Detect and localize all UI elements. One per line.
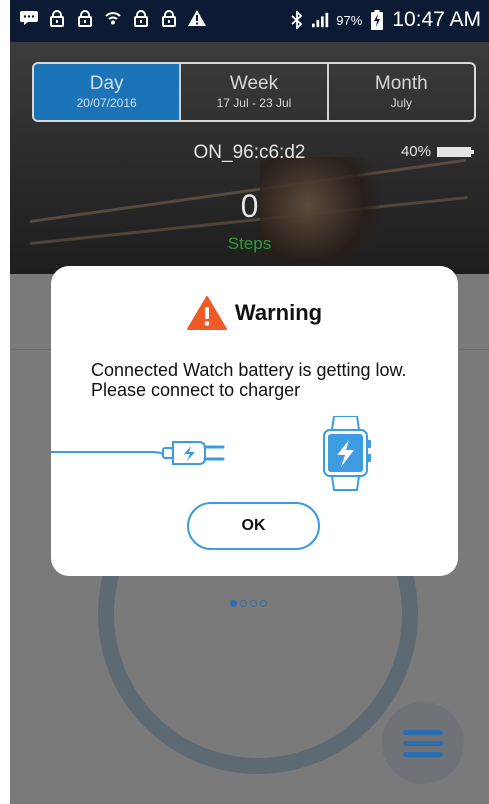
steps-count: 0	[240, 188, 259, 224]
signal-icon	[312, 11, 330, 29]
menu-button[interactable]	[382, 702, 464, 784]
tab-subtitle: 17 Jul - 23 Jul	[216, 96, 292, 110]
message-icon	[20, 9, 38, 27]
tab-title: Month	[374, 73, 428, 94]
page-indicator	[230, 600, 267, 607]
device-battery: 40%	[400, 143, 474, 160]
notification-icons	[20, 9, 206, 27]
tab-subtitle: July	[390, 96, 412, 110]
bluetooth-icon	[288, 11, 306, 29]
activity-header: Day 20/07/2016 Week 17 Jul - 23 Jul Mont…	[10, 42, 489, 277]
status-bar: 97% 10:47 AM	[10, 0, 489, 42]
dialog-header: Warning	[51, 296, 458, 330]
lock-icon	[48, 9, 66, 27]
tab-day[interactable]: Day 20/07/2016	[34, 64, 182, 120]
battery-percent: 97%	[336, 12, 363, 28]
tab-month[interactable]: Month July	[329, 64, 474, 120]
page-dot	[230, 600, 237, 607]
alert-icon	[188, 9, 206, 27]
dialog-title: Warning	[234, 300, 323, 325]
charger-plug-icon	[51, 441, 225, 465]
tab-title: Week	[229, 73, 279, 94]
warning-dialog: Warning Connected Watch battery is getti…	[51, 266, 458, 576]
charging-illustration	[51, 415, 458, 494]
ok-button[interactable]: OK	[187, 502, 320, 550]
hamburger-icon	[403, 729, 443, 735]
lock-icon	[76, 9, 94, 27]
wifi-icon	[104, 9, 122, 27]
lock-icon	[132, 9, 150, 27]
warning-icon	[186, 296, 227, 330]
battery-icon	[437, 146, 474, 157]
page-dot	[260, 600, 267, 607]
app-screen: 97% 10:47 AM Day 20/07/2016 Week 17 Jul …	[10, 0, 489, 804]
battery-charging-icon	[368, 10, 386, 30]
tab-title: Day	[89, 73, 124, 94]
lock-icon	[160, 9, 178, 27]
system-icons: 97% 10:47 AM	[288, 8, 481, 32]
clock: 10:47 AM	[392, 8, 481, 31]
page-dot	[240, 600, 247, 607]
hamburger-icon	[403, 740, 443, 746]
tab-week[interactable]: Week 17 Jul - 23 Jul	[181, 64, 329, 120]
page-dot	[250, 600, 257, 607]
device-battery-percent: 40%	[400, 143, 431, 160]
smartwatch-icon	[323, 415, 371, 491]
hamburger-icon	[403, 751, 443, 757]
steps-label: Steps	[227, 234, 272, 253]
period-tabs: Day 20/07/2016 Week 17 Jul - 23 Jul Mont…	[32, 62, 476, 122]
dialog-message: Connected Watch battery is getting low. …	[91, 360, 407, 400]
tab-subtitle: 20/07/2016	[76, 96, 137, 110]
